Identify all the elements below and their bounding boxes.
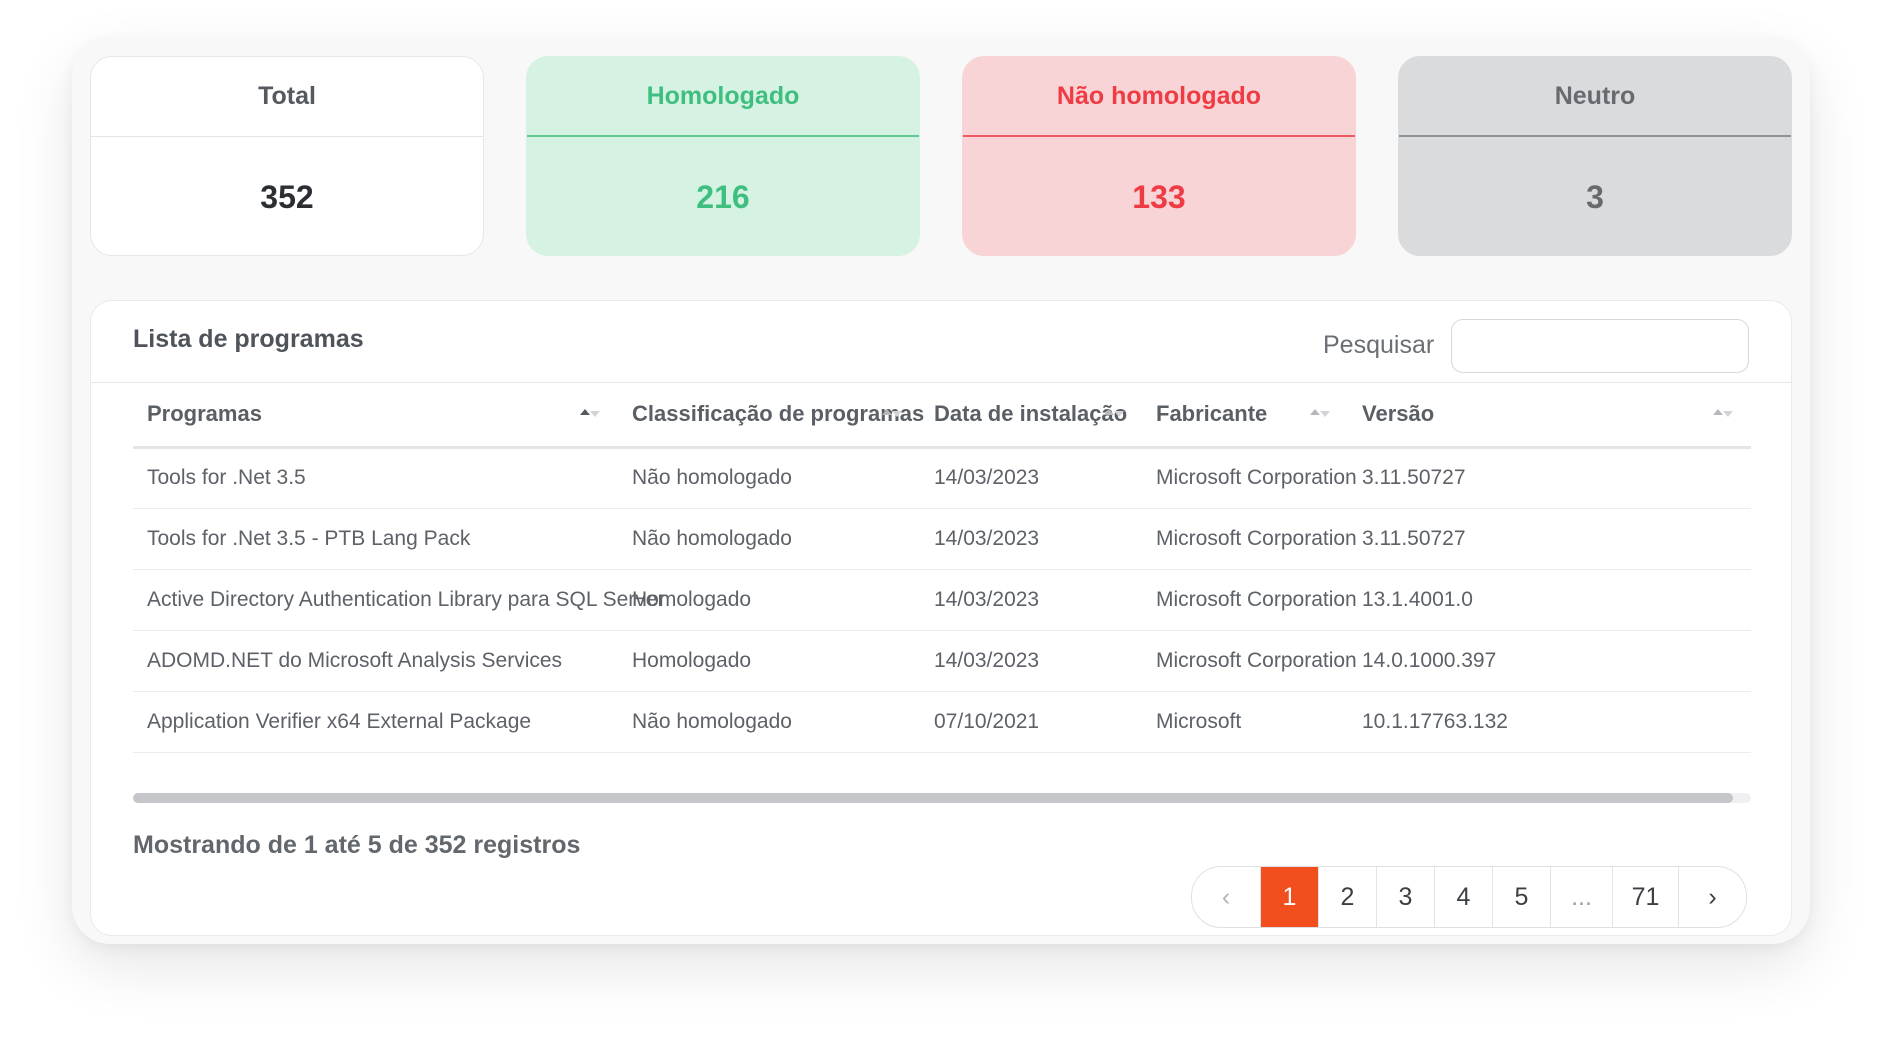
total-card: Total 352 — [90, 56, 484, 256]
cell-install-date: 14/03/2023 — [920, 569, 1142, 631]
cell-program: Tools for .Net 3.5 — [133, 447, 618, 509]
total-card-label: Total — [91, 57, 483, 137]
cell-install-date: 14/03/2023 — [920, 508, 1142, 570]
dashboard-frame: Total 352 Homologado 216 Não homologado … — [72, 38, 1810, 944]
cell-classification: Homologado — [618, 630, 920, 692]
cell-program: Tools for .Net 3.5 - PTB Lang Pack — [133, 508, 618, 570]
horizontal-scrollbar[interactable] — [133, 793, 1751, 803]
cell-version: 14.0.1000.397 — [1348, 630, 1751, 692]
neutro-card-label: Neutro — [1399, 57, 1791, 137]
table-row[interactable]: Tools for .Net 3.5 - PTB Lang Pack Não h… — [133, 508, 1751, 570]
homologado-card: Homologado 216 — [526, 56, 920, 256]
programs-table: Programas Classificação de programas Dat… — [133, 383, 1751, 753]
programs-panel: Lista de programas Pesquisar Programas C… — [90, 300, 1792, 936]
page-button-1[interactable]: 1 — [1260, 867, 1318, 927]
page-ellipsis: ... — [1550, 867, 1612, 927]
sort-asc-icon — [580, 409, 602, 423]
sort-icon — [1310, 409, 1332, 423]
cell-version: 10.1.17763.132 — [1348, 691, 1751, 753]
cell-vendor: Microsoft — [1142, 691, 1348, 753]
cell-install-date: 07/10/2021 — [920, 691, 1142, 753]
table-row[interactable]: Application Verifier x64 External Packag… — [133, 691, 1751, 753]
column-header-label: Classificação de programas — [632, 401, 925, 427]
page-button-4[interactable]: 4 — [1434, 867, 1492, 927]
sort-icon — [882, 409, 904, 423]
column-header-fabricante[interactable]: Fabricante — [1142, 383, 1348, 449]
panel-header: Lista de programas Pesquisar — [91, 301, 1791, 383]
column-header-programas[interactable]: Programas — [133, 383, 618, 449]
pagination-prev-button[interactable]: ‹ — [1192, 867, 1260, 927]
sort-icon — [1713, 409, 1735, 423]
homologado-card-value: 216 — [696, 178, 750, 215]
search-label: Pesquisar — [1323, 331, 1435, 359]
pagination-next-button[interactable]: › — [1678, 867, 1746, 927]
column-header-label: Versão — [1362, 401, 1435, 427]
page-button-5[interactable]: 5 — [1492, 867, 1550, 927]
panel-title: Lista de programas — [133, 325, 364, 353]
cell-classification: Homologado — [618, 569, 920, 631]
column-header-label: Data de instalação — [934, 401, 1128, 427]
neutro-card-value: 3 — [1586, 178, 1604, 215]
nao-homologado-card: Não homologado 133 — [962, 56, 1356, 256]
cell-vendor: Microsoft Corporation — [1142, 447, 1357, 509]
cell-version: 3.11.50727 — [1348, 447, 1751, 509]
programs-table-wrapper: Programas Classificação de programas Dat… — [133, 383, 1751, 753]
table-row[interactable]: Active Directory Authentication Library … — [133, 569, 1751, 631]
cell-vendor: Microsoft Corporation — [1142, 569, 1357, 631]
column-header-label: Fabricante — [1156, 401, 1268, 427]
cell-program: ADOMD.NET do Microsoft Analysis Services — [133, 630, 618, 692]
cell-vendor: Microsoft Corporation — [1142, 508, 1357, 570]
page-button-71[interactable]: 71 — [1612, 867, 1678, 927]
nao-homologado-card-label: Não homologado — [963, 57, 1355, 137]
cell-classification: Não homologado — [618, 691, 920, 753]
pagination: ‹ 1 2 3 4 5 ... 71 › — [1191, 866, 1747, 928]
sort-icon — [1104, 409, 1126, 423]
cell-version: 13.1.4001.0 — [1348, 569, 1751, 631]
scrollbar-thumb[interactable] — [133, 793, 1733, 803]
table-header-row: Programas Classificação de programas Dat… — [133, 383, 1751, 449]
column-header-classificacao[interactable]: Classificação de programas — [618, 383, 924, 449]
cell-install-date: 14/03/2023 — [920, 447, 1142, 509]
nao-homologado-card-value: 133 — [1132, 178, 1186, 215]
search-input[interactable] — [1451, 319, 1749, 373]
homologado-card-label: Homologado — [527, 57, 919, 137]
total-card-value: 352 — [260, 178, 314, 215]
column-header-versao[interactable]: Versão — [1348, 383, 1751, 449]
cell-install-date: 14/03/2023 — [920, 630, 1142, 692]
page-button-2[interactable]: 2 — [1318, 867, 1376, 927]
cell-version: 3.11.50727 — [1348, 508, 1751, 570]
cell-classification: Não homologado — [618, 508, 920, 570]
records-info: Mostrando de 1 até 5 de 352 registros — [133, 831, 581, 859]
neutro-card: Neutro 3 — [1398, 56, 1792, 256]
table-row[interactable]: Tools for .Net 3.5 Não homologado 14/03/… — [133, 447, 1751, 509]
page-button-3[interactable]: 3 — [1376, 867, 1434, 927]
column-header-label: Programas — [147, 401, 262, 427]
cell-classification: Não homologado — [618, 447, 920, 509]
table-row[interactable]: ADOMD.NET do Microsoft Analysis Services… — [133, 630, 1751, 692]
cell-program: Application Verifier x64 External Packag… — [133, 691, 618, 753]
cell-program: Active Directory Authentication Library … — [133, 569, 664, 631]
cell-vendor: Microsoft Corporation — [1142, 630, 1357, 692]
column-header-data-instalacao[interactable]: Data de instalação — [920, 383, 1142, 449]
